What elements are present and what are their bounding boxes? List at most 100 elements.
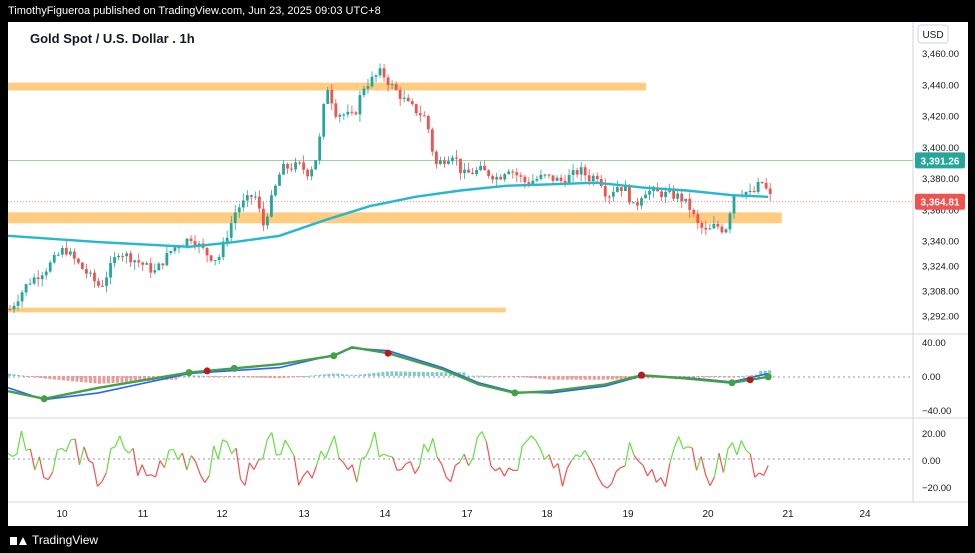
tradingview-logo-icon: [10, 536, 27, 546]
candle-body: [724, 229, 728, 233]
macd-histogram-bar: [205, 375, 209, 377]
oscillator-segment: [70, 438, 76, 441]
oscillator-segment: [83, 446, 90, 461]
oscillator-segment: [369, 431, 376, 448]
candle-body: [688, 198, 692, 210]
macd-histogram-bar: [8, 373, 11, 376]
oscillator-segment: [105, 448, 112, 473]
footer-bar: TradingView: [0, 527, 975, 553]
candle-body: [149, 263, 153, 273]
macd-histogram-bar: [727, 376, 731, 377]
oscillator-segment: [749, 453, 756, 478]
candle-body: [579, 167, 583, 175]
candle-body: [278, 174, 281, 186]
candle-body: [374, 75, 378, 77]
macd-histogram-bar: [403, 371, 407, 376]
price-tag-label: 3,391.26: [921, 156, 960, 167]
oscillator-segment: [34, 456, 40, 471]
macd-pane[interactable]: 40.00 0.00 −40.00: [7, 338, 951, 417]
oscillator-segment: [253, 460, 259, 470]
macd-histogram-bar: [444, 372, 448, 376]
candle-body: [165, 253, 169, 266]
candle-body: [756, 181, 760, 193]
candle-body: [543, 174, 547, 176]
oscillator-segment: [222, 439, 228, 443]
oscillator-segment: [324, 446, 331, 459]
oscillator-segment: [731, 442, 738, 456]
macd-histogram-bar: [120, 376, 124, 383]
oscillator-pane[interactable]: 20.00 0.00 −20.00: [7, 429, 951, 494]
time-axis[interactable]: 10 11 12 13 14 17 18 19 20 21 24: [56, 509, 871, 520]
candle-body: [672, 190, 676, 199]
candle-body: [378, 68, 382, 76]
macd-histogram-bar: [475, 375, 479, 377]
candle-body: [547, 174, 551, 176]
candle-body: [97, 281, 100, 286]
macd-histogram-bar: [471, 375, 475, 377]
macd-histogram-bar: [219, 376, 223, 377]
candle-body: [595, 175, 599, 180]
candle-body: [298, 162, 301, 164]
price-pane[interactable]: Gold Spot / U.S. Dollar . 1h: [7, 22, 913, 334]
time-tick-label: 17: [461, 509, 473, 520]
oscillator-segment: [199, 474, 206, 483]
oscillator-segment: [553, 463, 559, 469]
macd-histogram-bar: [84, 376, 88, 383]
candle-body: [350, 111, 354, 113]
macd-cross-dot: [185, 369, 193, 377]
oscillator-segment: [177, 452, 183, 461]
candle-body: [410, 101, 414, 105]
oscillator-segment: [472, 436, 479, 458]
candle-body: [422, 115, 426, 117]
oscillator-segment: [78, 446, 85, 466]
oscillator-segment: [669, 447, 675, 464]
candle-body: [161, 263, 165, 266]
candle-body: [483, 165, 487, 171]
candle-body: [117, 255, 120, 258]
macd-histogram-bar: [579, 376, 583, 380]
oscillator-segment: [485, 441, 492, 467]
candle-body: [615, 187, 619, 192]
oscillator-segment: [141, 464, 148, 476]
candle-body: [314, 160, 318, 170]
macd-histogram-bar: [232, 376, 236, 377]
candle-body: [125, 253, 129, 257]
macd-histogram-bar: [588, 376, 592, 380]
oscillator-segment: [445, 476, 452, 483]
candle-body: [237, 207, 241, 213]
oscillator-segment: [280, 439, 286, 455]
macd-cross-dot: [728, 379, 736, 387]
macd-histogram-bar: [30, 376, 34, 377]
candle-body: [760, 181, 764, 184]
candle-body: [262, 208, 265, 226]
candle-body: [241, 200, 245, 208]
chart-svg[interactable]: Gold Spot / U.S. Dollar . 1h USD 3,460.0…: [7, 22, 968, 526]
osc-tick-label: 20.00: [922, 429, 946, 440]
oscillator-segment: [646, 468, 653, 477]
candle-body: [398, 89, 402, 99]
oscillator-segment: [12, 453, 18, 458]
candle-body: [664, 191, 668, 198]
candle-body: [129, 253, 133, 263]
chart-panel[interactable]: Gold Spot / U.S. Dollar . 1h USD 3,460.0…: [7, 22, 968, 526]
candle-body: [603, 186, 607, 197]
macd-histogram-bar: [601, 376, 605, 380]
macd-histogram-bar: [736, 376, 740, 377]
oscillator-segment: [154, 460, 161, 478]
chart-title: Gold Spot / U.S. Dollar . 1h: [30, 31, 195, 46]
oscillator-segment: [16, 430, 23, 455]
candle-body: [105, 277, 108, 286]
candle-body: [503, 174, 507, 180]
candle-body: [386, 77, 390, 85]
oscillator-segment: [146, 474, 152, 477]
oscillator-segment: [682, 446, 688, 450]
oscillator-segment: [401, 463, 407, 470]
candle-body: [712, 223, 716, 229]
candle-body: [72, 251, 76, 259]
candle-body: [52, 255, 56, 263]
macd-histogram-bar: [610, 376, 614, 380]
candle-body: [519, 175, 523, 177]
oscillator-segment: [495, 467, 501, 472]
candle-body: [426, 115, 430, 130]
oscillator-segment: [65, 439, 72, 452]
